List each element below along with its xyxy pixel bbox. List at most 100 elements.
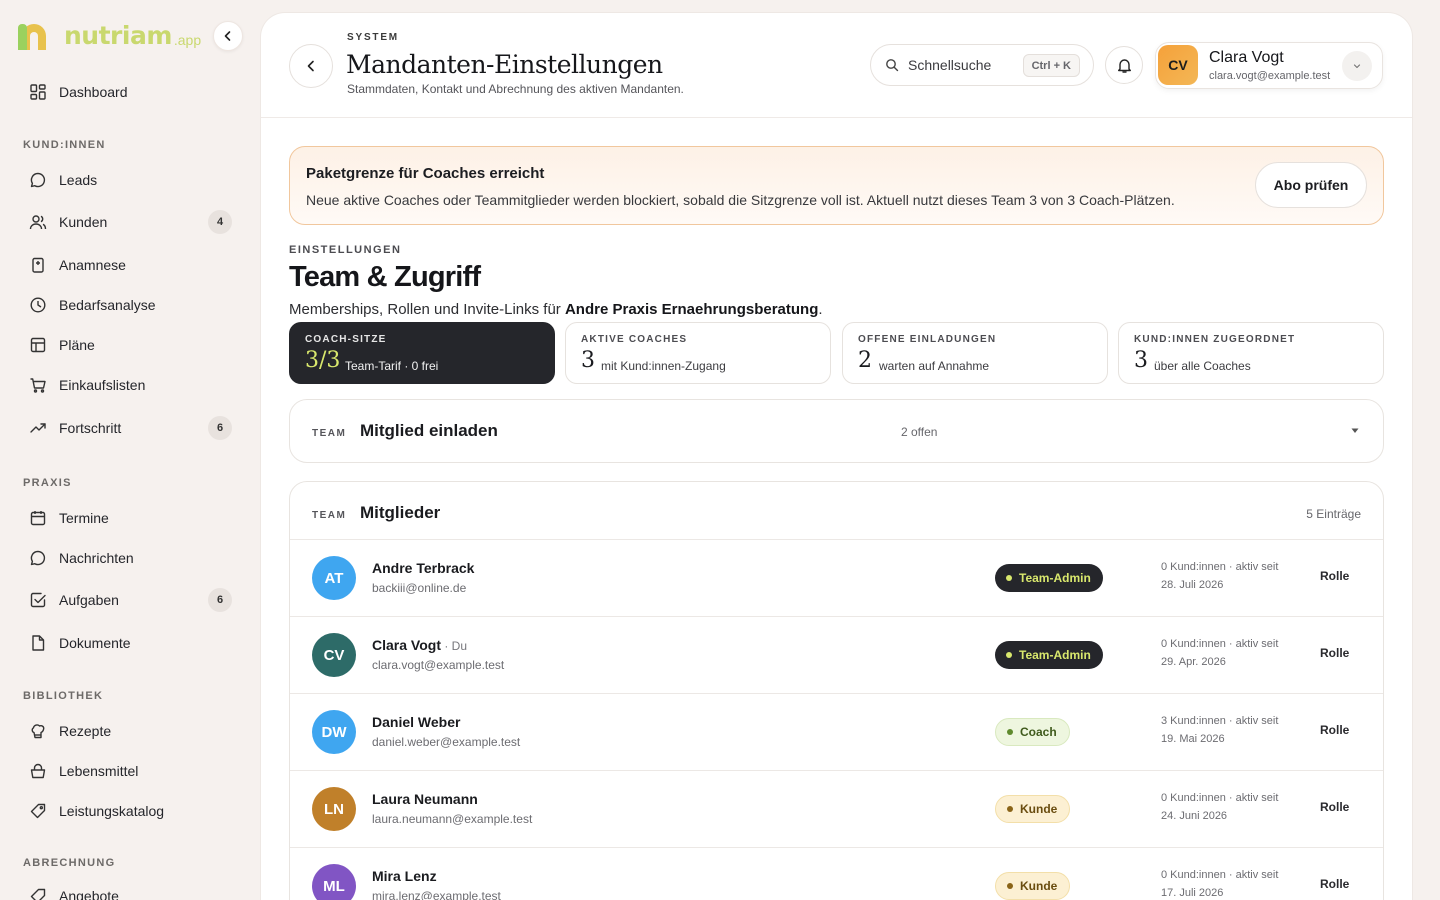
- role-button[interactable]: Rolle: [1320, 569, 1349, 583]
- nav-label: Termine: [59, 510, 109, 526]
- stat-value: 3: [581, 348, 595, 373]
- member-name: Mira Lenz: [372, 868, 437, 884]
- role-button[interactable]: Rolle: [1320, 800, 1349, 814]
- stat-coach-seats: COACH-SITZE 3/3 Team-Tarif · 0 frei: [289, 322, 555, 384]
- nav-lebensmittel[interactable]: Lebensmittel: [20, 753, 242, 789]
- user-email: clara.vogt@example.test: [1209, 70, 1331, 82]
- member-since: 17. Juli 2026: [1161, 887, 1224, 899]
- nav-label: Leads: [59, 172, 98, 188]
- check-subscription-button[interactable]: Abo prüfen: [1255, 162, 1367, 208]
- nav-label: Leistungskatalog: [59, 803, 165, 819]
- search-icon: [885, 58, 899, 72]
- section-title: Team & Zugriff: [289, 261, 481, 293]
- calendar-icon: [29, 509, 47, 527]
- stat-description: mit Kund:innen-Zugang: [601, 359, 726, 373]
- member-row[interactable]: AT Andre Terbrack backiii@online.de Team…: [290, 539, 1383, 616]
- nav-kunden[interactable]: Kunden 4: [20, 204, 242, 240]
- collapse-sidebar-button[interactable]: [213, 21, 243, 51]
- section-subtitle: Memberships, Rollen und Invite-Links für…: [289, 301, 823, 318]
- member-row[interactable]: LN Laura Neumann laura.neumann@example.t…: [290, 770, 1383, 847]
- role-button[interactable]: Rolle: [1320, 646, 1349, 660]
- nav-termine[interactable]: Termine: [20, 500, 242, 536]
- member-row[interactable]: ML Mira Lenz mira.lenz@example.test Kund…: [290, 847, 1383, 900]
- main-panel: SYSTEM Mandanten-Einstellungen Stammdate…: [261, 13, 1412, 900]
- count-badge: 6: [208, 588, 232, 612]
- nav-nachrichten[interactable]: Nachrichten: [20, 540, 242, 576]
- nav-einkaufslisten[interactable]: Einkaufslisten: [20, 367, 242, 403]
- member-name-text: Laura Neumann: [372, 791, 478, 807]
- nav-leistungskatalog[interactable]: Leistungskatalog: [20, 793, 242, 829]
- document-icon: [29, 634, 47, 652]
- status-dot: [1007, 729, 1013, 735]
- chevron-down-icon: [1353, 64, 1361, 69]
- member-email: mira.lenz@example.test: [372, 889, 501, 900]
- user-menu-toggle[interactable]: [1342, 51, 1372, 81]
- role-button[interactable]: Rolle: [1320, 877, 1349, 891]
- member-row[interactable]: CV Clara Vogt · Du clara.vogt@example.te…: [290, 616, 1383, 693]
- members-panel: TEAM Mitglieder 5 Einträge AT Andre Terb…: [289, 481, 1384, 900]
- member-email: clara.vogt@example.test: [372, 658, 505, 672]
- nav-rezepte[interactable]: Rezepte: [20, 713, 242, 749]
- nav-angebote[interactable]: Angebote: [20, 878, 242, 900]
- member-clients: 3 Kund:innen · aktiv seit: [1161, 715, 1279, 727]
- open-invites-count: 2 offen: [901, 425, 938, 439]
- clock-icon: [29, 296, 47, 314]
- count-badge: 6: [208, 416, 232, 440]
- nav-label: Einkaufslisten: [59, 377, 146, 393]
- role-label: Kunde: [1020, 802, 1058, 816]
- member-email: daniel.weber@example.test: [372, 735, 521, 749]
- nav-label: Nachrichten: [59, 550, 134, 566]
- checkbox-icon: [29, 591, 47, 609]
- role-badge: Team-Admin: [995, 641, 1103, 669]
- avatar: CV: [312, 633, 356, 677]
- brand-logo[interactable]: nutriam .app: [18, 20, 201, 50]
- stat-value: 2: [858, 348, 872, 373]
- nav-label: Dokumente: [59, 635, 131, 651]
- brand-name: nutriam: [64, 21, 172, 50]
- chevron-left-icon: [224, 31, 231, 41]
- chef-hat-icon: [29, 722, 47, 740]
- sidebar: nutriam .app Dashboard KUND:INNEN Leads …: [0, 0, 261, 900]
- caret-down-icon[interactable]: [1351, 428, 1359, 434]
- back-button[interactable]: [289, 44, 333, 88]
- nav-label: Rezepte: [59, 723, 112, 739]
- nav-dashboard[interactable]: Dashboard: [20, 74, 242, 110]
- entries-count: 5 Einträge: [1306, 507, 1361, 521]
- member-name-text: Mira Lenz: [372, 868, 437, 884]
- avatar: LN: [312, 787, 356, 831]
- nav-plaene[interactable]: Pläne: [20, 327, 242, 363]
- stat-label: AKTIVE COACHES: [581, 334, 688, 345]
- member-since: 24. Juni 2026: [1161, 810, 1228, 822]
- search-placeholder: Schnellsuche: [908, 57, 992, 73]
- subtitle-suffix: .: [818, 301, 823, 318]
- nav-bedarfsanalyse[interactable]: Bedarfsanalyse: [20, 287, 242, 323]
- member-row[interactable]: DW Daniel Weber daniel.weber@example.tes…: [290, 693, 1383, 770]
- invite-member-panel[interactable]: TEAM Mitglied einladen 2 offen: [289, 399, 1384, 463]
- nav-leads[interactable]: Leads: [20, 162, 242, 198]
- basket-icon: [29, 762, 47, 780]
- organization-name: Andre Praxis Ernaehrungsberatung: [564, 301, 819, 318]
- trending-up-icon: [29, 419, 47, 437]
- user-menu[interactable]: CV Clara Vogt clara.vogt@example.test: [1155, 42, 1383, 89]
- role-button[interactable]: Rolle: [1320, 723, 1349, 737]
- role-label: Kunde: [1020, 879, 1058, 893]
- count-badge: 4: [208, 210, 232, 234]
- member-name: Laura Neumann: [372, 791, 478, 807]
- search-input[interactable]: Schnellsuche Ctrl + K: [870, 44, 1094, 86]
- member-clients: 0 Kund:innen · aktiv seit: [1161, 561, 1279, 573]
- nav-dokumente[interactable]: Dokumente: [20, 625, 242, 661]
- member-since: 19. Mai 2026: [1161, 733, 1225, 745]
- stat-label: COACH-SITZE: [305, 334, 387, 345]
- subtitle-prefix: Memberships, Rollen und Invite-Links für: [289, 301, 565, 318]
- bell-icon: [1117, 58, 1131, 73]
- notifications-button[interactable]: [1105, 46, 1143, 84]
- member-clients: 0 Kund:innen · aktiv seit: [1161, 869, 1279, 881]
- status-dot: [1007, 806, 1013, 812]
- nav-fortschritt[interactable]: Fortschritt 6: [20, 410, 242, 446]
- nav-anamnese[interactable]: Anamnese: [20, 247, 242, 283]
- users-icon: [29, 213, 47, 231]
- dashboard-icon: [29, 83, 47, 101]
- nav-aufgaben[interactable]: Aufgaben 6: [20, 582, 242, 618]
- page-header: SYSTEM Mandanten-Einstellungen Stammdate…: [261, 13, 1412, 118]
- nav-section-library: BIBLIOTHEK: [23, 690, 104, 702]
